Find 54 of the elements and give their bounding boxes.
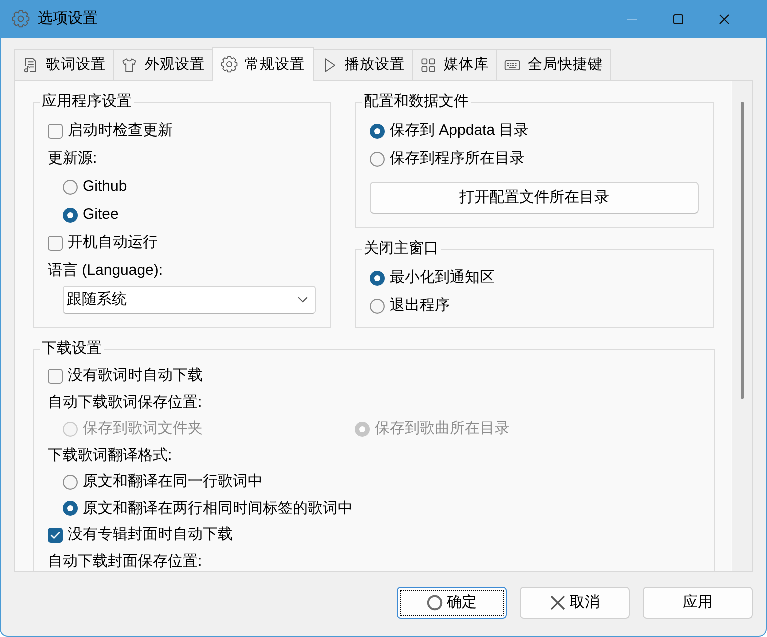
field-label: 自动下载封面保存位置: — [48, 552, 202, 571]
gear-icon — [12, 10, 30, 28]
field-label: 自动下载歌词保存位置: — [48, 392, 202, 413]
radio-label: 退出程序 — [390, 296, 450, 316]
shirt-icon — [121, 56, 138, 74]
radio-label: 保存到 Appdata 目录 — [390, 121, 530, 141]
cancel-button[interactable]: 取消 — [520, 587, 630, 619]
radio-label: 原文和翻译在同一行歌词中 — [83, 472, 263, 492]
grid-icon — [420, 56, 437, 74]
radio-button[interactable] — [63, 180, 78, 194]
radio-label: 原文和翻译在两行相同时间标签的歌词中 — [83, 498, 353, 519]
field-label: 下载歌词翻译格式: — [48, 446, 172, 466]
gear-icon — [221, 56, 238, 73]
group-title: 下载设置 — [41, 340, 103, 359]
group-title: 关闭主窗口 — [363, 239, 440, 259]
radio-button[interactable] — [370, 152, 385, 166]
window-title: 选项设置 — [38, 9, 98, 29]
tab[interactable]: 常规设置 — [212, 47, 314, 81]
ok-button[interactable]: 确定 — [397, 587, 507, 619]
document-music-icon — [22, 56, 39, 74]
circle-icon — [427, 595, 443, 611]
radio-button[interactable] — [63, 501, 78, 516]
checkbox[interactable] — [48, 368, 63, 384]
checkbox[interactable] — [48, 528, 63, 543]
checkbox[interactable] — [48, 124, 63, 138]
checkbox-label: 没有歌词时自动下载 — [68, 366, 203, 386]
radio-label: 保存到程序所在目录 — [390, 149, 525, 169]
chevron-down-icon — [298, 297, 308, 303]
radio-button[interactable] — [370, 270, 385, 286]
radio-button[interactable] — [63, 474, 78, 490]
field-label: 语言 (Language): — [48, 261, 164, 281]
apply-button[interactable]: 应用 — [643, 587, 753, 619]
checkbox-label: 开机自动运行 — [68, 233, 158, 253]
radio-button[interactable] — [370, 124, 385, 138]
checkbox[interactable] — [48, 236, 63, 250]
scrollbar-thumb[interactable] — [740, 102, 744, 399]
radio-button[interactable] — [63, 208, 78, 222]
scrollbar[interactable] — [731, 81, 752, 571]
radio-button[interactable] — [370, 298, 385, 314]
dropdown[interactable]: 跟随系统 — [63, 286, 316, 314]
group-title: 应用程序设置 — [41, 92, 133, 112]
radio-label: 最小化到通知区 — [390, 268, 495, 288]
radio-label: 保存到歌词文件夹 — [83, 419, 203, 440]
field-label: 更新源: — [48, 149, 98, 169]
group-title: 配置和数据文件 — [363, 92, 470, 112]
cross-icon — [550, 595, 566, 611]
radio-label: 保存到歌曲所在目录 — [375, 419, 510, 440]
checkbox-label: 没有专辑封面时自动下载 — [68, 525, 233, 546]
tab[interactable]: 全局快捷键 — [496, 49, 611, 80]
tab[interactable]: 歌词设置 — [14, 49, 114, 80]
radio-label: Github — [83, 177, 128, 197]
open-folder-button[interactable]: 打开配置文件所在目录 — [370, 182, 699, 214]
radio-label: Gitee — [83, 205, 119, 225]
checkbox-label: 启动时检查更新 — [68, 121, 173, 141]
